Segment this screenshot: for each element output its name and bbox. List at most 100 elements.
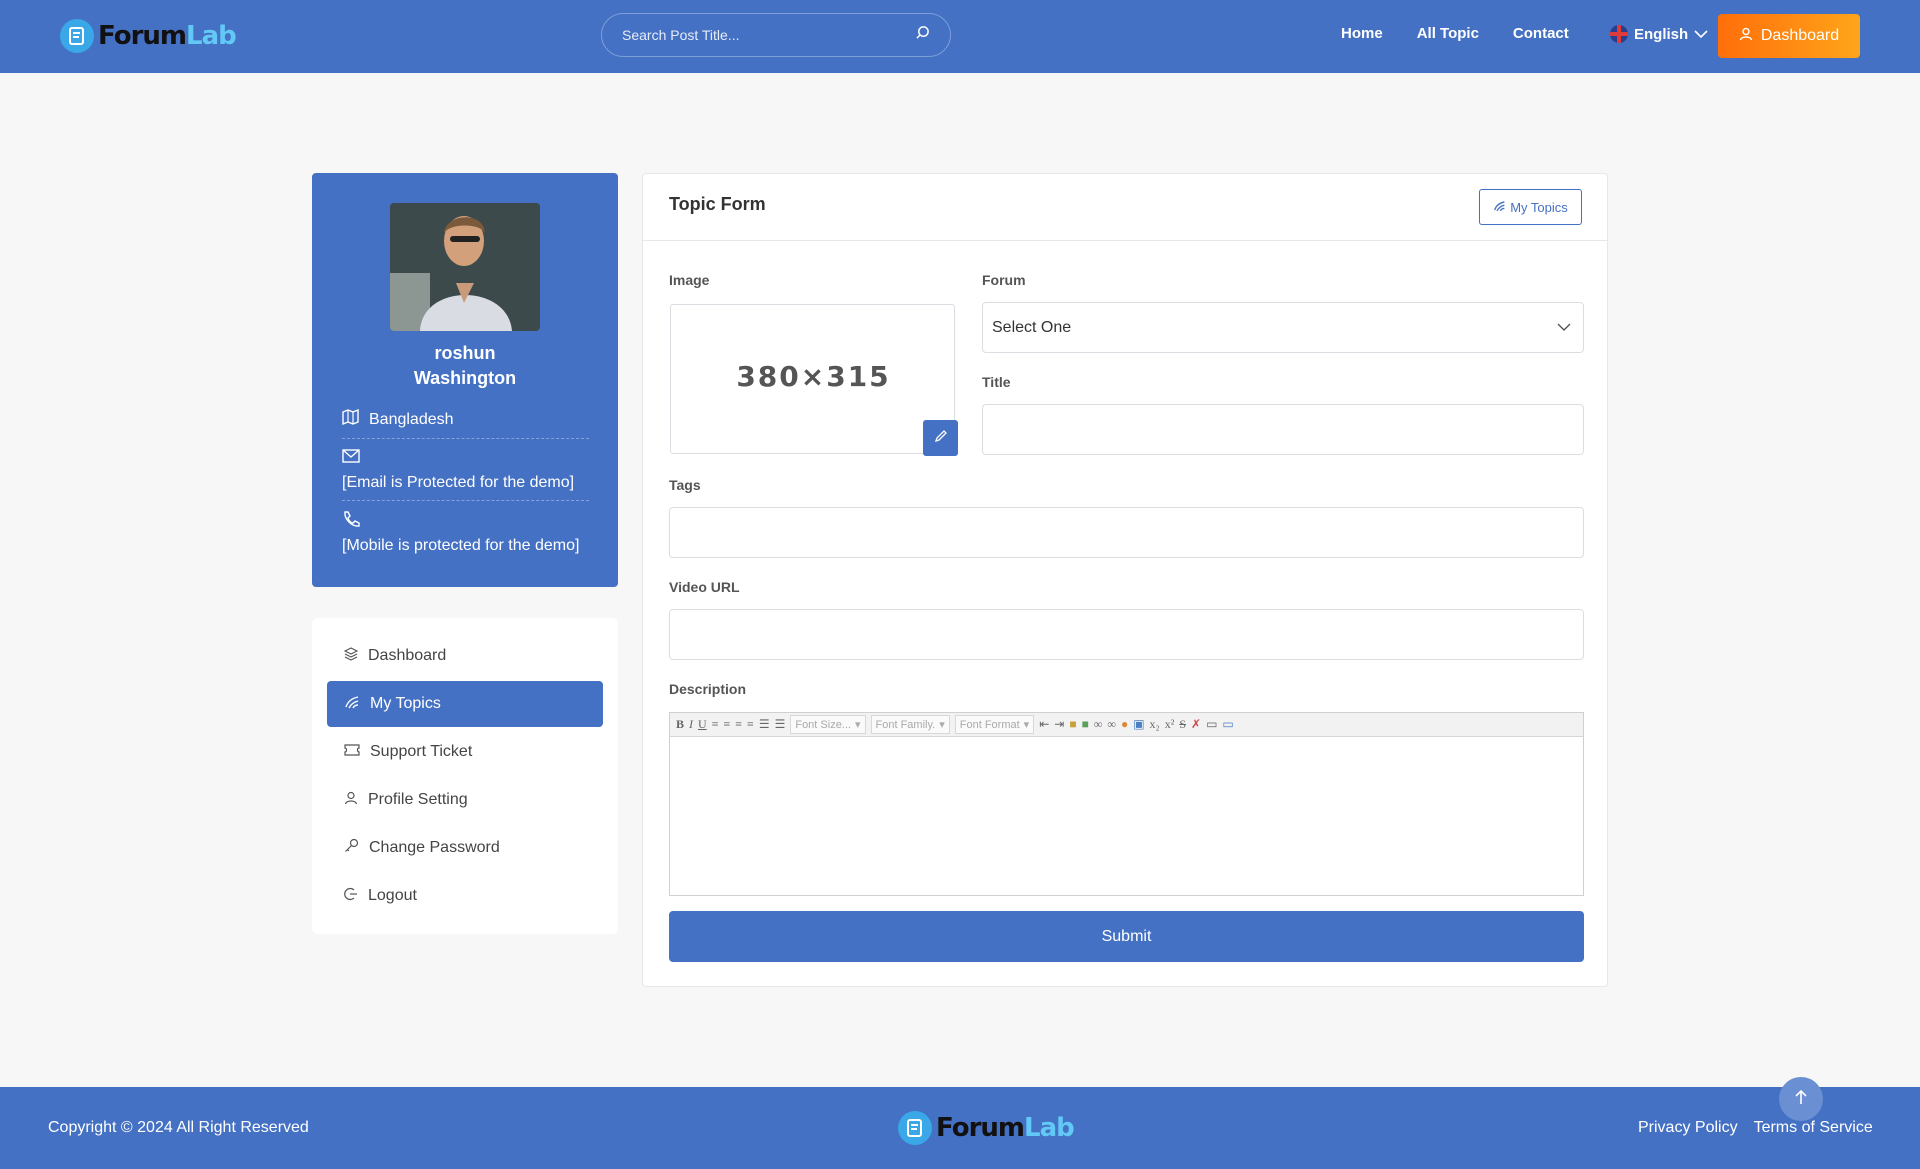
tags-input[interactable]	[669, 507, 1584, 558]
nav-contact[interactable]: Contact	[1513, 25, 1569, 42]
image-placeholder: 380×315	[736, 360, 891, 393]
language-selector[interactable]: English	[1610, 25, 1708, 43]
main-nav: Home All Topic Contact	[1341, 25, 1569, 42]
outdent-icon[interactable]: ⇤	[1039, 717, 1049, 732]
sidebar-item-label: My Topics	[370, 695, 441, 712]
description-label: Description	[669, 681, 747, 697]
mail-icon	[342, 449, 589, 468]
tags-label: Tags	[669, 477, 701, 493]
search-icon[interactable]	[915, 25, 930, 45]
topic-form-card: Topic Form My Topics Image 380×315 Forum…	[642, 173, 1608, 987]
footer-links: Privacy Policy Terms of Service	[1638, 1119, 1873, 1137]
font-family-select[interactable]: Font Family. ▾	[870, 715, 950, 734]
copyright: Copyright © 2024 All Right Reserved	[48, 1119, 309, 1136]
sidebar-item-support-ticket[interactable]: Support Ticket	[327, 729, 603, 775]
mobile-text: [Mobile is protected for the demo]	[342, 537, 580, 554]
html-source-icon[interactable]: ▭	[1222, 717, 1233, 732]
sidebar-item-dashboard[interactable]: Dashboard	[327, 633, 603, 679]
user-icon	[344, 791, 358, 810]
logout-icon	[344, 887, 358, 906]
logo[interactable]: ForumLab	[60, 19, 237, 53]
user-icon	[1739, 27, 1753, 46]
unlink-icon[interactable]: ∞	[1107, 717, 1116, 732]
nav-home[interactable]: Home	[1341, 25, 1383, 42]
sidebar-item-label: Change Password	[369, 839, 500, 856]
dashboard-button-label: Dashboard	[1760, 27, 1840, 44]
language-label: English	[1634, 25, 1689, 43]
editor-content[interactable]	[670, 737, 1583, 895]
font-size-select[interactable]: Font Size... ▾	[790, 715, 866, 734]
logo-icon	[898, 1111, 932, 1145]
nav-all-topic[interactable]: All Topic	[1417, 25, 1479, 42]
strikethrough-icon[interactable]: S	[1179, 717, 1186, 732]
image-label: Image	[669, 272, 710, 288]
forum-select[interactable]: Select One	[982, 302, 1584, 353]
video-url-label: Video URL	[669, 579, 740, 595]
text-color-icon[interactable]: ■	[1069, 717, 1076, 732]
footer: Copyright © 2024 All Right Reserved Foru…	[0, 1087, 1920, 1169]
horizontal-rule-icon[interactable]: ▭	[1206, 717, 1217, 732]
highlight-icon[interactable]: ■	[1082, 717, 1089, 732]
ordered-list-icon[interactable]: ☰	[759, 717, 770, 732]
profile-name: roshun Washington	[312, 341, 618, 391]
editor-toolbar: B I U ≡ ≡ ≡ ≡ ☰ ☰ Font Size... ▾ Font Fam…	[670, 713, 1583, 737]
video-url-input[interactable]	[669, 609, 1584, 660]
my-topics-button-label: My Topics	[1510, 199, 1568, 215]
map-icon	[342, 408, 360, 431]
profile-location: Bangladesh	[342, 408, 589, 431]
submit-button[interactable]: Submit	[669, 911, 1584, 962]
card-header: Topic Form My Topics	[643, 174, 1607, 241]
indent-icon[interactable]: ⇥	[1054, 717, 1064, 732]
underline-icon[interactable]: U	[698, 717, 707, 732]
footer-logo[interactable]: ForumLab	[898, 1111, 1075, 1145]
scroll-to-top-button[interactable]	[1779, 1077, 1823, 1121]
justify-icon[interactable]: ≡	[747, 717, 754, 732]
font-format-select[interactable]: Font Format ▾	[954, 715, 1035, 734]
superscript-icon[interactable]: x²	[1165, 717, 1175, 732]
page-title: Topic Form	[669, 194, 766, 214]
sidebar-item-label: Profile Setting	[368, 791, 468, 808]
privacy-policy-link[interactable]: Privacy Policy	[1638, 1119, 1738, 1137]
sidebar-item-change-password[interactable]: Change Password	[327, 825, 603, 871]
image-edit-button[interactable]	[923, 420, 958, 456]
align-left-icon[interactable]: ≡	[712, 717, 719, 732]
sidebar-item-logout[interactable]: Logout	[327, 873, 603, 919]
divider	[342, 500, 589, 501]
sidebar-item-label: Dashboard	[368, 647, 447, 664]
forum-select-value: Select One	[992, 318, 1072, 336]
italic-icon[interactable]: I	[689, 717, 693, 732]
my-topics-button[interactable]: My Topics	[1479, 189, 1582, 225]
phone-icon	[342, 510, 589, 533]
arrow-up-icon	[1794, 1089, 1808, 1110]
profile-card: roshun Washington Bangladesh [Email is P…	[312, 173, 618, 587]
link-icon[interactable]: ∞	[1094, 717, 1103, 732]
divider	[342, 438, 589, 439]
sidebar-item-label: Logout	[368, 887, 417, 904]
image-icon[interactable]: ●	[1121, 717, 1128, 732]
location-text: Bangladesh	[369, 410, 454, 428]
header: ForumLab Home All Topic Contact English …	[0, 0, 1920, 73]
ticket-icon	[344, 743, 360, 761]
logo-icon	[60, 19, 94, 53]
sidebar-item-profile-setting[interactable]: Profile Setting	[327, 777, 603, 823]
picture-icon[interactable]: ▣	[1133, 717, 1144, 732]
title-input[interactable]	[982, 404, 1584, 455]
remove-format-icon[interactable]: ✗	[1191, 717, 1201, 732]
unordered-list-icon[interactable]: ☰	[775, 717, 786, 732]
terms-of-service-link[interactable]: Terms of Service	[1754, 1119, 1873, 1137]
profile-first-name: roshun	[434, 343, 496, 363]
sidebar-menu: Dashboard My Topics Support Ticket Profi…	[312, 618, 618, 934]
align-center-icon[interactable]: ≡	[723, 717, 730, 732]
title-label: Title	[982, 374, 1011, 390]
chevron-down-icon	[1557, 319, 1571, 337]
subscript-icon[interactable]: x₂	[1150, 717, 1160, 732]
forum-label: Forum	[982, 272, 1026, 288]
layers-icon	[343, 646, 359, 666]
topics-icon	[1493, 200, 1506, 215]
image-upload[interactable]: 380×315	[670, 304, 958, 456]
bold-icon[interactable]: B	[676, 717, 684, 732]
search-input[interactable]	[622, 27, 915, 43]
align-right-icon[interactable]: ≡	[735, 717, 742, 732]
dashboard-button[interactable]: Dashboard	[1718, 14, 1860, 58]
sidebar-item-my-topics[interactable]: My Topics	[327, 681, 603, 727]
